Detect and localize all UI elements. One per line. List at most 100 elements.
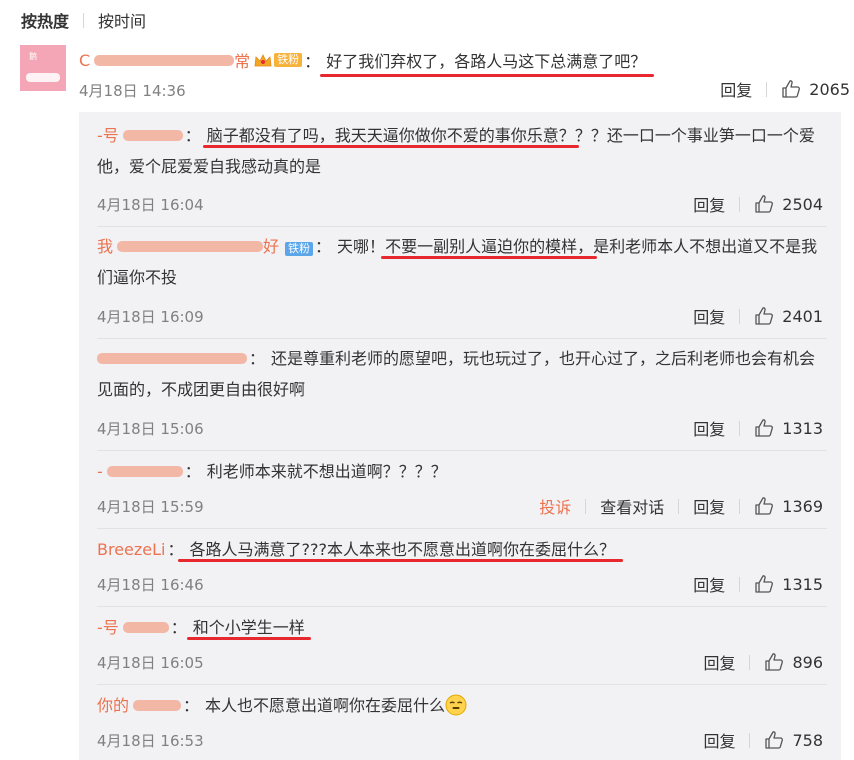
username-blur <box>122 130 183 141</box>
reply-button[interactable]: 回复 <box>693 304 725 328</box>
reply-username[interactable]: -号 <box>97 120 183 151</box>
crown-icon <box>254 53 272 67</box>
sort-divider <box>83 12 85 28</box>
colon: ： <box>315 237 332 256</box>
like-thumb-icon[interactable] <box>754 306 774 326</box>
colon: ： <box>304 52 321 71</box>
action-divider <box>766 81 768 97</box>
reply-time: 4月18日 16:05 <box>97 654 204 672</box>
action-divider <box>739 308 741 324</box>
reply-username-visible: BreezeLi <box>97 540 166 559</box>
report-button[interactable]: 投诉 <box>539 494 571 518</box>
action-divider <box>739 420 741 436</box>
reply-button[interactable]: 回复 <box>693 416 725 440</box>
reply-actions: 回复 2401 <box>693 304 823 328</box>
reply-button[interactable]: 回复 <box>693 572 725 596</box>
reply-username[interactable]: 你的 <box>97 690 182 721</box>
main-username[interactable]: C 常 <box>79 48 250 72</box>
main-username-start: C <box>79 50 91 70</box>
colon: ： <box>249 349 266 368</box>
colon: ： <box>184 462 201 481</box>
like-thumb-icon[interactable] <box>754 418 774 438</box>
reply-actions: 回复 1313 <box>693 416 823 440</box>
reply-text: ：还是尊重利老师的愿望吧，玩也玩过了，也开心过了，之后利老师也会有机会见面的，不… <box>97 343 827 405</box>
like-thumb-icon[interactable] <box>764 652 784 672</box>
reply-button[interactable]: 回复 <box>703 650 735 674</box>
reply-username[interactable]: - <box>97 456 183 487</box>
underline-mark <box>186 637 311 640</box>
like-count: 1315 <box>782 574 823 594</box>
view-conversation-button[interactable]: 查看对话 <box>600 494 664 518</box>
colon: ： <box>183 696 200 715</box>
reply-time: 4月18日 15:59 <box>97 498 204 516</box>
reply-time: 4月18日 16:04 <box>97 196 204 214</box>
username-blur <box>94 54 235 66</box>
action-divider <box>749 732 751 748</box>
reply-actions: 回复 896 <box>703 650 823 674</box>
reply-button[interactable]: 回复 <box>693 494 725 518</box>
like-count: 758 <box>792 730 823 750</box>
like-count: 896 <box>792 652 823 672</box>
reply-button[interactable]: 回复 <box>703 728 735 752</box>
reply-actions: 回复 758 <box>703 728 823 752</box>
reply-time: 4月18日 16:53 <box>97 732 204 750</box>
reply-username[interactable] <box>97 353 247 364</box>
main-username-end: 常 <box>234 52 251 71</box>
reply-text: -号 ： 和个小学生一样 <box>97 612 827 643</box>
reply-text: BreezeLi： 各路人马满意了???本人本来也不愿意出道啊你在委屈什么？ <box>97 534 827 565</box>
action-divider <box>678 498 680 514</box>
main-comment: 鹅 C 常 铁粉 ： 好了我们弃权了，各路人马这下总满意了吧？ 4月18日 14… <box>20 43 850 105</box>
sort-by-hot-tab[interactable]: 按热度 <box>21 8 69 32</box>
like-thumb-icon[interactable] <box>754 574 774 594</box>
like-count: 2401 <box>782 306 823 326</box>
username-blur <box>117 241 264 252</box>
like-thumb-icon[interactable] <box>754 496 774 516</box>
avatar-label: 鹅 <box>29 52 37 61</box>
reply-item: ：还是尊重利老师的愿望吧，玩也玩过了，也开心过了，之后利老师也会有机会见面的，不… <box>79 338 841 451</box>
username-blur <box>133 700 182 711</box>
like-thumb-icon[interactable] <box>781 79 801 99</box>
reply-text: 你的 ： 本人也不愿意出道啊你在委屈什么 <box>97 690 827 721</box>
reply-username[interactable]: BreezeLi <box>97 534 166 565</box>
like-count: 1369 <box>782 496 823 516</box>
username-blur <box>106 466 183 477</box>
reply-username-end: 好 <box>263 237 280 256</box>
reply-content: 本人也不愿意出道啊你在委屈什么 <box>205 696 446 715</box>
reply-username-visible: 你的 <box>97 696 130 715</box>
main-comment-text: 好了我们弃权了，各路人马这下总满意了吧？ <box>320 48 655 77</box>
reply-username-visible: -号 <box>97 618 119 637</box>
action-divider <box>739 576 741 592</box>
main-comment-time: 4月18日 14:36 <box>79 82 186 100</box>
reply-button[interactable]: 回复 <box>720 77 752 101</box>
like-thumb-icon[interactable] <box>764 730 784 750</box>
reply-username[interactable]: 我好 <box>97 231 279 262</box>
sleepy-face-icon <box>445 694 467 716</box>
reply-username-visible: 我 <box>97 237 114 256</box>
reply-button[interactable]: 回复 <box>693 192 725 216</box>
reply-username[interactable]: -号 <box>97 612 169 643</box>
underlined-text: 各路人马满意了???本人本来也不愿意出道啊你在委屈什么？ <box>177 540 623 562</box>
reply-content-highlight: 不要一副别人逼迫你的模样， <box>385 237 594 256</box>
reply-actions: 投诉 查看对话 回复 1369 <box>539 494 823 518</box>
reply-time: 4月18日 16:46 <box>97 576 204 594</box>
like-thumb-icon[interactable] <box>754 194 774 214</box>
main-comment-content: 好了我们弃权了，各路人马这下总满意了吧？ <box>326 52 647 71</box>
avatar-blur <box>26 73 60 82</box>
reply-content-highlight: 脑子都没有了吗，我天天逼你做你不爱的事你乐意？ <box>206 126 575 145</box>
colon: ： <box>184 126 201 145</box>
main-actions: 回复 2065 <box>720 77 850 101</box>
colon: ： <box>167 540 184 559</box>
reply-content: 利老师本来就不想出道啊？？？？ <box>206 462 447 481</box>
reply-time: 4月18日 16:09 <box>97 308 204 326</box>
action-divider <box>585 498 587 514</box>
reply-content: 天哪！ <box>337 237 386 256</box>
sort-by-time-tab[interactable]: 按时间 <box>98 8 146 32</box>
like-count: 2504 <box>782 194 823 214</box>
reply-item: -号 ： 和个小学生一样 4月18日 16:05 回复 896 <box>79 606 841 685</box>
action-divider <box>739 196 741 212</box>
underlined-text: 和个小学生一样 <box>186 618 311 640</box>
username-blur <box>122 622 169 633</box>
like-count: 2065 <box>809 79 850 99</box>
reply-text: - ： 利老师本来就不想出道啊？？？？ <box>97 456 827 487</box>
avatar[interactable]: 鹅 <box>20 45 66 91</box>
